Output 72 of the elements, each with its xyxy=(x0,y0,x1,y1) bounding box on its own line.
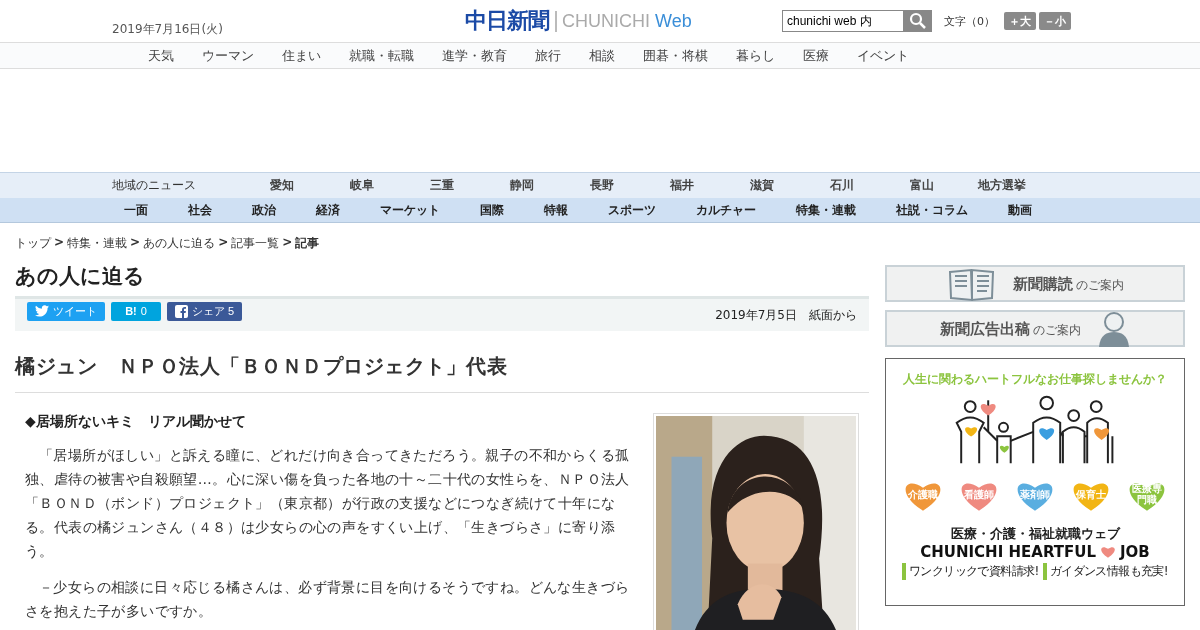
breadcrumb-separator: > xyxy=(282,235,293,251)
category-link[interactable]: マーケット xyxy=(366,201,454,219)
breadcrumb-link[interactable]: 記事 xyxy=(295,235,320,252)
nav-link[interactable]: 進学・教育 xyxy=(442,46,507,65)
nav-link[interactable]: 天気 xyxy=(148,46,174,65)
region-link[interactable]: 石川 xyxy=(802,177,882,194)
region-link[interactable]: 三重 xyxy=(402,177,482,194)
breadcrumb-link[interactable]: 特集・連載 xyxy=(67,235,128,252)
banner-link[interactable]: 新聞購読 のご案内 xyxy=(885,265,1185,302)
region-link[interactable]: 静岡 xyxy=(482,177,562,194)
nav-link[interactable]: イベント xyxy=(857,46,909,65)
job-category-heart: 薬剤師 xyxy=(1009,473,1061,519)
facebook-icon xyxy=(175,304,188,318)
job-category-heart: 介護職 xyxy=(897,473,949,519)
nav-link[interactable]: ウーマン xyxy=(202,46,254,65)
search-button[interactable] xyxy=(904,10,932,32)
category-link[interactable]: 国際 xyxy=(466,201,518,219)
region-link[interactable]: 愛知 xyxy=(242,177,322,194)
category-link[interactable]: 社会 xyxy=(174,201,226,219)
region-link[interactable]: 岐阜 xyxy=(322,177,402,194)
category-link[interactable]: 一面 xyxy=(110,201,162,219)
banner-link[interactable]: 新聞広告出稿 のご案内 xyxy=(885,310,1185,347)
share-button[interactable]: シェア 5 xyxy=(167,301,243,321)
category-link[interactable]: スポーツ xyxy=(594,201,670,219)
nav-link[interactable]: 旅行 xyxy=(535,46,561,65)
logo-subtitle[interactable]: CHUNICHI Web xyxy=(555,10,692,32)
job-category-heart: 看護師 xyxy=(953,473,1005,519)
region-link[interactable]: 地方選挙 xyxy=(962,177,1042,194)
region-link[interactable]: 滋賀 xyxy=(722,177,802,194)
category-link[interactable]: カルチャー xyxy=(682,201,770,219)
category-link[interactable]: 動画 xyxy=(994,201,1046,219)
article-paragraph: －少女らの相談に日々応じる橘さんは、必ず背景に目を向けるそうですね。どんな生きづらさを抱えた子が多いですか。 xyxy=(25,578,631,621)
category-link[interactable]: 経済 xyxy=(302,201,354,219)
category-link[interactable]: 特集・連載 xyxy=(782,201,870,219)
breadcrumb-separator: > xyxy=(54,235,65,251)
person-icon xyxy=(1096,310,1131,347)
nav-link[interactable]: 囲碁・将棋 xyxy=(643,46,708,65)
region-label: 地域のニュース xyxy=(112,177,197,194)
nav-link[interactable]: 住まい xyxy=(282,46,321,65)
region-link[interactable]: 長野 xyxy=(562,177,642,194)
ad-note: ガイダンス情報も充実! xyxy=(1042,563,1168,580)
article-paragraph: 「居場所がほしい」と訴える瞳に、どれだけ向き合ってきただろう。親子の不和からくる孤独、虐待の被害や自殺願望…。心に深い傷を負った各地の十～二十代の女性らを、ＮＰＯ法人「ＢＯＮＤ（ボンド）プロジェクト」（東京都）が行政の支援などにつなぎ続けて十年になる。代表の橘ジュンさん（４８）は少女らの心の声をすくい上げ、「生きづらさ」に寄り添う。 xyxy=(25,446,631,561)
ad-brand: CHUNICHI HEARTFUL xyxy=(920,543,1096,561)
breadcrumb-separator: > xyxy=(130,235,141,251)
job-category-heart: 保育士 xyxy=(1065,473,1117,519)
article-headline: 橘ジュン ＮＰＯ法人「ＢＯＮＤプロジェクト」代表 xyxy=(15,353,869,393)
nav-link[interactable]: 暮らし xyxy=(736,46,775,65)
bird-icon xyxy=(35,305,49,317)
breadcrumb-link[interactable]: あの人に迫る xyxy=(143,235,216,252)
section-title: あの人に迫る xyxy=(15,263,146,290)
font-size-label: 文字（0） xyxy=(944,13,995,29)
ad-note: ワンクリックで資料請求! xyxy=(902,563,1039,580)
region-link[interactable]: 福井 xyxy=(642,177,722,194)
category-link[interactable]: 政治 xyxy=(238,201,290,219)
breadcrumb-separator: > xyxy=(218,235,229,251)
breadcrumb-link[interactable]: 記事一覧 xyxy=(231,235,280,252)
article-date: 2019年7月5日 紙面から xyxy=(715,306,857,324)
nav-link[interactable]: 相談 xyxy=(589,46,615,65)
nav-link[interactable]: 就職・転職 xyxy=(349,46,414,65)
ad-tagline: 人生に関わるハートフルなお仕事探しませんか？ xyxy=(903,371,1167,388)
category-link[interactable]: 特報 xyxy=(530,201,582,219)
region-link[interactable]: 富山 xyxy=(882,177,962,194)
ad-brand: JOB xyxy=(1120,543,1150,561)
article-subheading: ◆居場所ないキミ リアル聞かせて xyxy=(25,413,247,431)
search-icon xyxy=(909,12,927,30)
breadcrumb-link[interactable]: トップ xyxy=(15,235,51,252)
header-date: 2019年7月16日(火) xyxy=(112,20,224,38)
ad-title: 医療・介護・福祉就職ウェブ xyxy=(950,525,1120,543)
logo-title[interactable]: 中日新聞 xyxy=(465,6,549,36)
search-field[interactable]: chunichi web 内 xyxy=(782,10,904,32)
nav-link[interactable]: 医療 xyxy=(803,46,829,65)
category-link[interactable]: 社説・コラム xyxy=(882,201,982,219)
